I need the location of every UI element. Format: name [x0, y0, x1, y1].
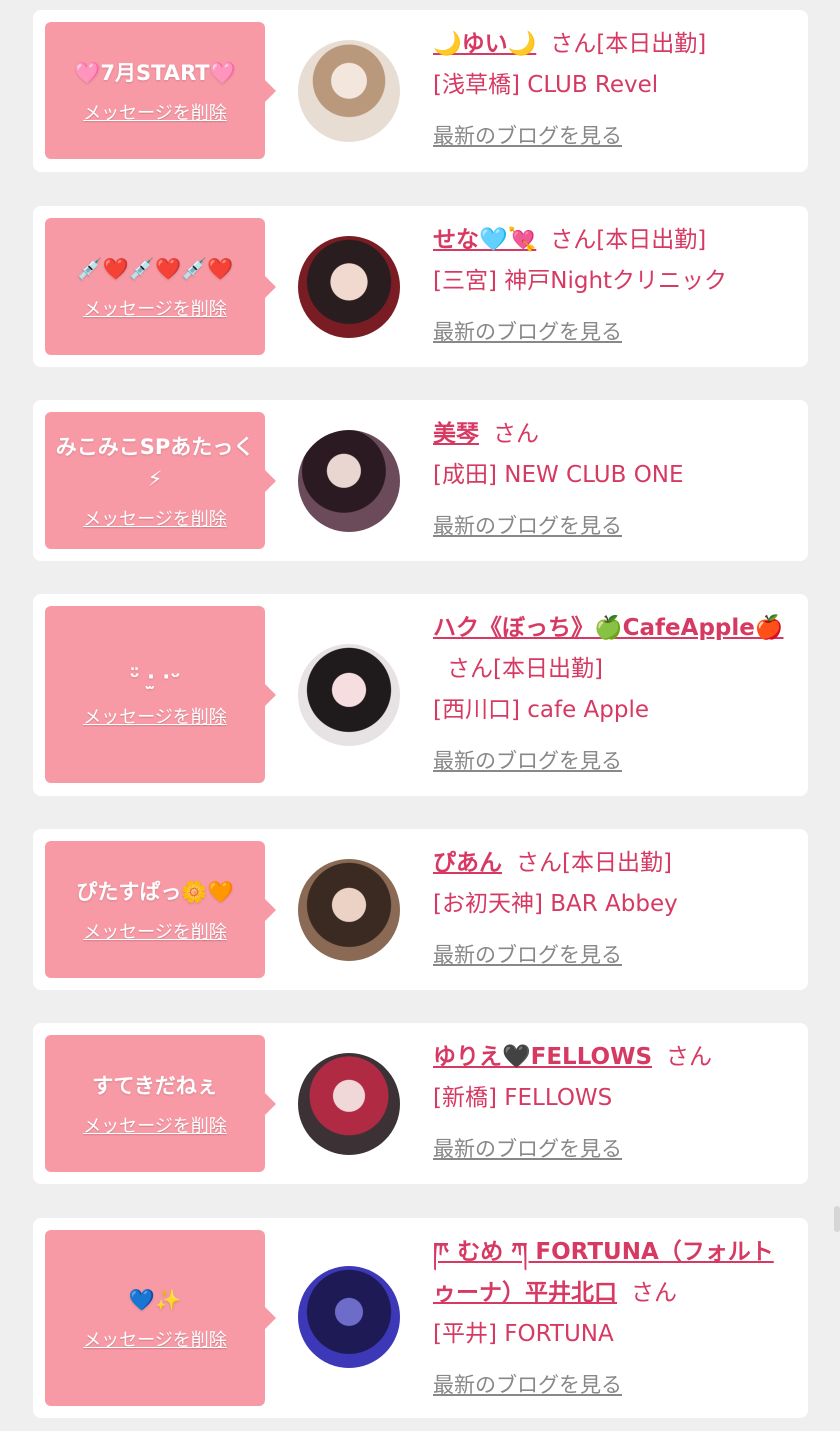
delete-message-link[interactable]: メッセージを削除 [83, 295, 227, 321]
avatar[interactable] [298, 859, 400, 961]
honorific: さん [550, 227, 597, 253]
delete-message-link[interactable]: メッセージを削除 [83, 99, 227, 125]
avatar[interactable] [298, 1266, 400, 1368]
latest-blog-link[interactable]: 最新のブログを見る [433, 1365, 622, 1406]
message-text: 💙✨ [128, 1288, 182, 1312]
message-bubble: すてきだねぇ メッセージを削除 [45, 1035, 276, 1172]
shop-label: [成田] NEW CLUB ONE [433, 462, 684, 488]
delete-message-link[interactable]: メッセージを削除 [83, 1326, 227, 1352]
delete-message-link[interactable]: メッセージを削除 [83, 918, 227, 944]
shop-label: [浅草橋] CLUB Revel [433, 72, 659, 98]
cast-info: ཫ むめ ཀ FORTUNA（フォルトゥーナ）平井北口 さん [平井] FORTU… [433, 1232, 796, 1406]
avatar[interactable] [298, 40, 400, 142]
honorific: さん [550, 31, 597, 57]
shop-label: [西川口] cafe Apple [433, 697, 650, 723]
message-card: ぴたすぱっ🌼🧡 メッセージを削除 ぴあん さん[本日出勤] [お初天神] BAR … [33, 829, 808, 990]
work-status: [本日出勤] [493, 656, 603, 682]
message-text: ᵕ̈ ·̫ ·ᵕ [129, 664, 181, 689]
message-card: 🩷7月START🩷 メッセージを削除 🌙ゆい🌙 さん[本日出勤] [浅草橋] CL… [33, 10, 808, 172]
avatar[interactable] [298, 236, 400, 338]
avatar[interactable] [298, 1053, 400, 1155]
avatar[interactable] [298, 430, 400, 532]
cast-info: ゆりえ🖤FELLOWS さん [新橋] FELLOWS 最新のブログを見る [433, 1037, 796, 1170]
cast-name-link[interactable]: せな🩵💘 [433, 227, 536, 253]
message-bubble: みこみこSPあたっく⚡ メッセージを削除 [45, 412, 276, 549]
latest-blog-link[interactable]: 最新のブログを見る [433, 312, 622, 353]
message-text: みこみこSPあたっく⚡ [55, 434, 255, 491]
message-bubble: ぴたすぱっ🌼🧡 メッセージを削除 [45, 841, 276, 978]
cast-info: せな🩵💘 さん[本日出勤] [三宮] 神戸Nightクリニック 最新のブログを見る [433, 220, 796, 353]
message-text: ぴたすぱっ🌼🧡 [76, 879, 234, 904]
cast-info: ハク《ぼっち》🍏CafeApple🍎 さん[本日出勤] [西川口] cafe Ap… [433, 608, 796, 782]
message-bubble: 💙✨ メッセージを削除 [45, 1230, 276, 1406]
shop-label: [平井] FORTUNA [433, 1321, 614, 1347]
delete-message-link[interactable]: メッセージを削除 [83, 505, 227, 531]
message-card: 💉❤️💉❤️💉❤️ メッセージを削除 せな🩵💘 さん[本日出勤] [三宮] 神戸N… [33, 206, 808, 367]
work-status: [本日出勤] [562, 850, 672, 876]
honorific: さん [631, 1280, 677, 1306]
cast-info: 美琴 さん [成田] NEW CLUB ONE 最新のブログを見る [433, 414, 796, 547]
cast-name-link[interactable]: ハク《ぼっち》🍏CafeApple🍎 [433, 615, 784, 641]
avatar[interactable] [298, 644, 400, 746]
delete-message-link[interactable]: メッセージを削除 [83, 1112, 227, 1138]
scrollbar-thumb[interactable] [834, 1206, 840, 1232]
latest-blog-link[interactable]: 最新のブログを見る [433, 741, 622, 782]
work-status: [本日出勤] [596, 31, 707, 57]
delete-message-link[interactable]: メッセージを削除 [83, 703, 227, 729]
message-text: すてきだねぇ [92, 1073, 218, 1098]
message-text: 🩷7月START🩷 [74, 60, 236, 85]
cast-name-link[interactable]: 🌙ゆい🌙 [433, 31, 536, 57]
message-bubble: 🩷7月START🩷 メッセージを削除 [45, 22, 276, 159]
honorific: さん [516, 850, 562, 876]
latest-blog-link[interactable]: 最新のブログを見る [433, 116, 622, 157]
message-card: すてきだねぇ メッセージを削除 ゆりえ🖤FELLOWS さん [新橋] FELLO… [33, 1023, 808, 1184]
message-bubble: ᵕ̈ ·̫ ·ᵕ メッセージを削除 [45, 606, 276, 783]
cast-info: 🌙ゆい🌙 さん[本日出勤] [浅草橋] CLUB Revel 最新のブログを見る [433, 24, 796, 157]
shop-label: [三宮] 神戸Nightクリニック [433, 268, 728, 294]
message-text: 💉❤️💉❤️💉❤️ [76, 256, 234, 281]
latest-blog-link[interactable]: 最新のブログを見る [433, 506, 622, 547]
cast-name-link[interactable]: ゆりえ🖤FELLOWS [433, 1044, 652, 1070]
cast-name-link[interactable]: ぴあん [433, 850, 502, 876]
work-status: [本日出勤] [596, 227, 707, 253]
latest-blog-link[interactable]: 最新のブログを見る [433, 935, 622, 976]
honorific: さん [447, 656, 493, 682]
honorific: さん [666, 1044, 713, 1070]
shop-label: [お初天神] BAR Abbey [433, 891, 678, 917]
honorific: さん [493, 421, 539, 447]
cast-name-link[interactable]: ཫ むめ ཀ FORTUNA（フォルトゥーナ）平井北口 [433, 1239, 774, 1306]
cast-info: ぴあん さん[本日出勤] [お初天神] BAR Abbey 最新のブログを見る [433, 843, 796, 976]
message-card: ᵕ̈ ·̫ ·ᵕ メッセージを削除 ハク《ぼっち》🍏CafeApple🍎 さん[本… [33, 594, 808, 796]
message-list: 🩷7月START🩷 メッセージを削除 🌙ゆい🌙 さん[本日出勤] [浅草橋] CL… [0, 0, 840, 1431]
message-card: みこみこSPあたっく⚡ メッセージを削除 美琴 さん [成田] NEW CLUB … [33, 400, 808, 561]
latest-blog-link[interactable]: 最新のブログを見る [433, 1129, 622, 1170]
message-card: 💙✨ メッセージを削除 ཫ むめ ཀ FORTUNA（フォルトゥーナ）平井北口さ… [33, 1218, 808, 1418]
shop-label: [新橋] FELLOWS [433, 1085, 613, 1111]
message-bubble: 💉❤️💉❤️💉❤️ メッセージを削除 [45, 218, 276, 355]
cast-name-link[interactable]: 美琴 [433, 421, 479, 447]
